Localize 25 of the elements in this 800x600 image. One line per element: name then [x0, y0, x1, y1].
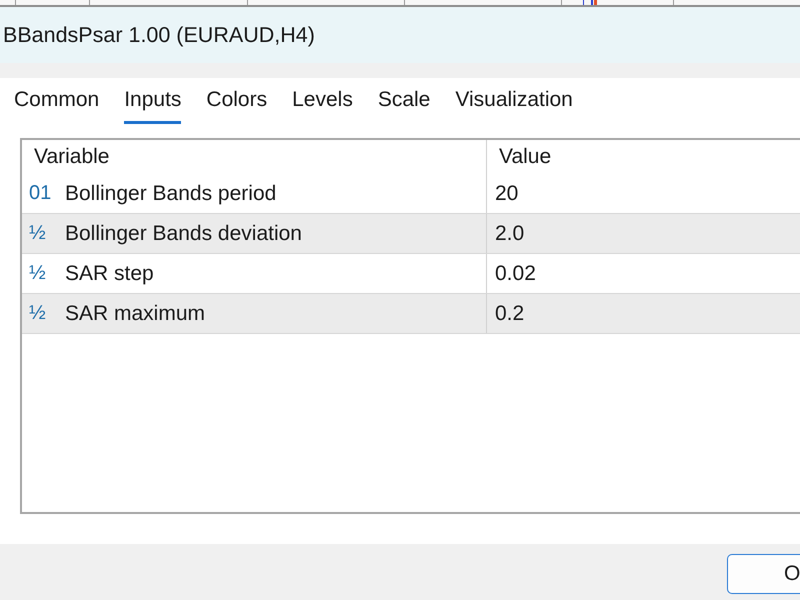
type-icon: ½ — [29, 262, 55, 285]
variable-name: SAR step — [65, 262, 154, 286]
tab[interactable]: Scale — [378, 78, 430, 124]
tab[interactable]: Common — [14, 78, 100, 124]
table-row[interactable]: ½ SAR maximum 0.2 — [22, 294, 800, 334]
variable-name: Bollinger Bands deviation — [65, 222, 302, 246]
value-cell[interactable]: 0.2 — [486, 294, 800, 333]
tab[interactable]: Colors — [206, 78, 268, 124]
variable-name: Bollinger Bands period — [65, 182, 276, 206]
column-header[interactable]: Variable — [22, 140, 486, 174]
variable-name: SAR maximum — [65, 302, 206, 326]
window-title: BBandsPsar 1.00 (EURAUD,H4) — [3, 22, 315, 48]
type-icon: 01 — [29, 182, 55, 205]
value-cell[interactable]: 0.02 — [486, 254, 800, 293]
tab[interactable]: Levels — [292, 78, 353, 124]
type-icon: ½ — [29, 222, 55, 245]
table-row[interactable]: 01 Bollinger Bands period 20 — [22, 174, 800, 214]
tab[interactable]: Visualization — [455, 78, 573, 124]
table-row[interactable]: ½ Bollinger Bands deviation 2.0 — [22, 214, 800, 254]
value-cell[interactable]: 2.0 — [486, 214, 800, 253]
ok-button[interactable]: O — [727, 554, 800, 594]
tab[interactable]: Inputs — [124, 78, 182, 124]
table-row[interactable]: ½ SAR step 0.02 — [22, 254, 800, 294]
value-cell[interactable]: 20 — [486, 174, 800, 213]
type-icon: ½ — [29, 302, 55, 325]
